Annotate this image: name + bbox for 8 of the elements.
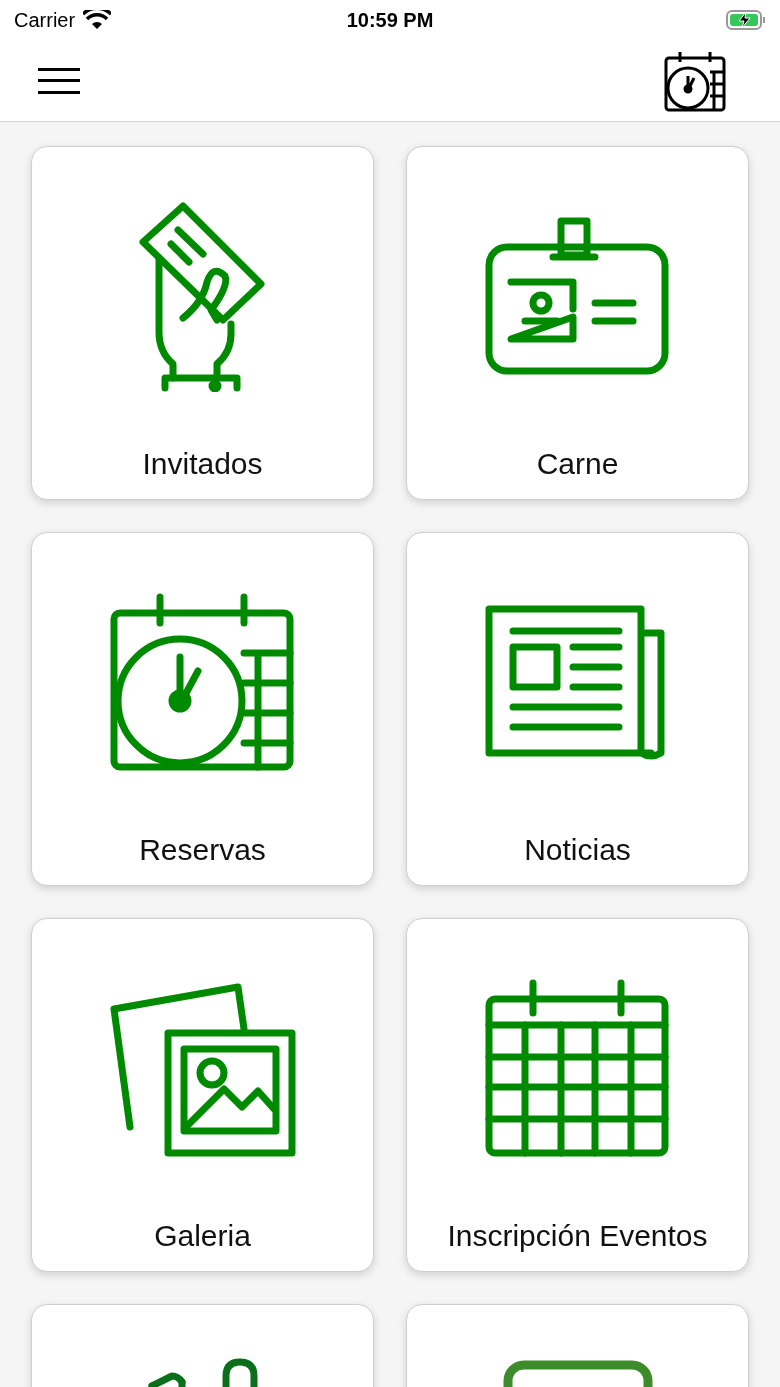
clock-time: 10:59 PM xyxy=(346,8,434,33)
carrier-name: Carrier xyxy=(14,8,76,33)
menu-card[interactable]: Galeria xyxy=(31,918,374,1272)
menu-card[interactable]: Inscripción Eventos xyxy=(406,918,749,1272)
menu-card[interactable]: Carne xyxy=(406,146,749,500)
menu-card[interactable]: Reservas xyxy=(31,532,374,886)
menu-card[interactable]: Invitados xyxy=(31,146,374,500)
menu-card[interactable]: Noticias xyxy=(406,532,749,886)
